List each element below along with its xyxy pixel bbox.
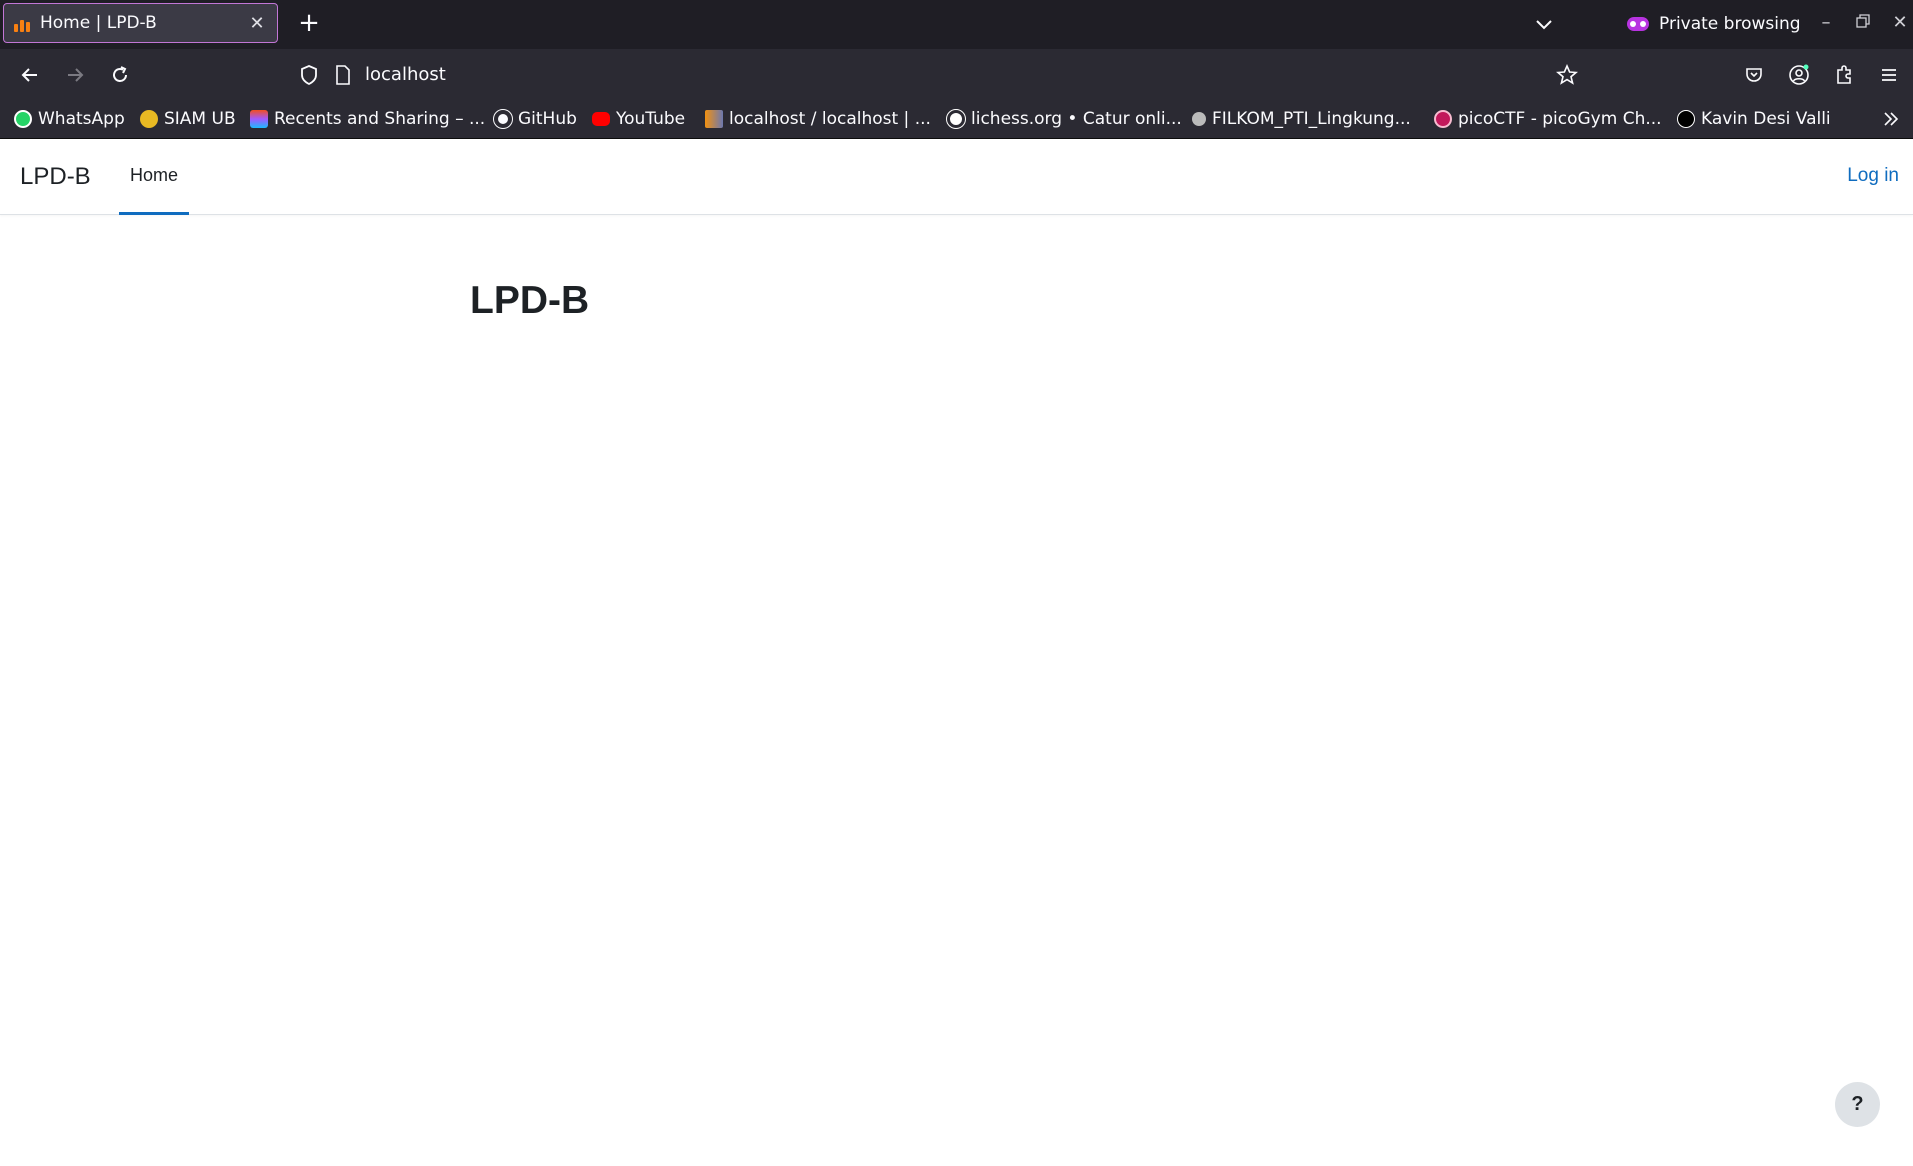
figma-icon [250, 110, 268, 128]
double-chevron-right-icon [1884, 112, 1899, 126]
back-arrow-icon [21, 68, 37, 82]
filkom-icon [1192, 112, 1206, 126]
star-icon [1556, 64, 1578, 85]
menu-button[interactable] [1875, 61, 1903, 89]
site-brand[interactable]: LPD-B [20, 163, 91, 191]
bookmark-label: YouTube [616, 109, 686, 129]
bookmark-label: FILKOM_PTI_Lingkung... [1212, 109, 1411, 129]
bookmark-kavin[interactable]: Kavin Desi Valli [1677, 106, 1831, 132]
tab-bar: Home | LPD-B ✕ + Private browsing – ✕ [0, 0, 1913, 49]
more-bookmarks-button[interactable] [1882, 106, 1900, 132]
reload-button[interactable] [106, 61, 134, 89]
browser-tab[interactable]: Home | LPD-B ✕ [3, 3, 278, 43]
picoctf-icon [1434, 110, 1452, 128]
puzzle-icon [1837, 65, 1851, 84]
bookmark-label: SIAM UB [164, 109, 236, 129]
chevron-down-icon [1536, 20, 1552, 30]
hamburger-menu-icon [1882, 69, 1896, 81]
url-text: localhost [365, 64, 446, 85]
forward-button[interactable] [61, 61, 89, 89]
forward-arrow-icon [68, 68, 84, 82]
account-button[interactable] [1785, 61, 1813, 89]
bookmark-lichess[interactable]: lichess.org • Catur onli... [946, 106, 1182, 132]
bookmark-label: Recents and Sharing – ... [274, 109, 486, 129]
bookmark-label: picoCTF - picoGym Ch... [1458, 109, 1662, 129]
bookmark-youtube[interactable]: YouTube [592, 106, 685, 132]
pocket-icon [1746, 68, 1762, 82]
page-title: LPD-B [470, 279, 590, 322]
list-all-tabs-button[interactable] [1530, 10, 1558, 38]
bookmark-label: WhatsApp [38, 109, 125, 129]
bookmark-star-button[interactable] [1553, 61, 1581, 89]
bookmark-phpmyadmin[interactable]: localhost / localhost | ... [705, 106, 931, 132]
url-bar[interactable]: localhost [285, 55, 1585, 94]
reload-icon [113, 66, 127, 82]
extensions-button[interactable] [1830, 61, 1858, 89]
youtube-icon [592, 112, 610, 126]
new-tab-button[interactable]: + [294, 8, 324, 38]
bookmark-label: Kavin Desi Valli [1701, 109, 1831, 129]
bookmark-picoctf[interactable]: picoCTF - picoGym Ch... [1434, 106, 1662, 132]
shield-icon [301, 65, 317, 86]
page-icon [336, 65, 350, 85]
bookmark-label: lichess.org • Catur onli... [971, 109, 1182, 129]
restore-button[interactable] [1850, 10, 1876, 36]
account-icon [1789, 64, 1809, 85]
restore-icon [1856, 14, 1870, 28]
moodle-favicon-icon [14, 14, 32, 32]
login-link[interactable]: Log in [1847, 165, 1899, 187]
close-tab-icon[interactable]: ✕ [247, 13, 267, 34]
bookmark-figma[interactable]: Recents and Sharing – ... [250, 106, 485, 132]
help-button[interactable]: ? [1835, 1082, 1880, 1127]
tab-title: Home | LPD-B [40, 13, 157, 33]
phpmyadmin-icon [705, 110, 723, 128]
bookmark-github[interactable]: GitHub [493, 106, 577, 132]
navigation-toolbar: localhost [0, 49, 1913, 100]
siam-ub-icon [140, 110, 158, 128]
minimize-button[interactable]: – [1813, 10, 1839, 36]
nav-item-home[interactable]: Home [119, 139, 189, 215]
bookmark-whatsapp[interactable]: WhatsApp [14, 106, 125, 132]
bookmark-label: GitHub [518, 109, 577, 129]
private-browsing-indicator: Private browsing [1627, 9, 1801, 39]
site-navbar: LPD-B Home Log in [0, 139, 1913, 215]
bookmark-filkom[interactable]: FILKOM_PTI_Lingkung... [1192, 106, 1411, 132]
lichess-icon [946, 109, 966, 129]
bookmarks-toolbar: WhatsApp SIAM UB Recents and Sharing – .… [0, 100, 1913, 139]
close-window-button[interactable]: ✕ [1887, 10, 1913, 36]
private-browsing-label: Private browsing [1659, 14, 1801, 34]
triangle-icon [1677, 110, 1695, 128]
bookmark-siam-ub[interactable]: SIAM UB [140, 106, 236, 132]
whatsapp-icon [14, 110, 32, 128]
back-button[interactable] [16, 61, 44, 89]
bookmark-label: localhost / localhost | ... [729, 109, 931, 129]
private-mask-icon [1627, 17, 1649, 31]
github-icon [493, 109, 513, 129]
pocket-button[interactable] [1740, 61, 1768, 89]
page-content: LPD-B Home Log in LPD-B ? [0, 139, 1913, 1166]
